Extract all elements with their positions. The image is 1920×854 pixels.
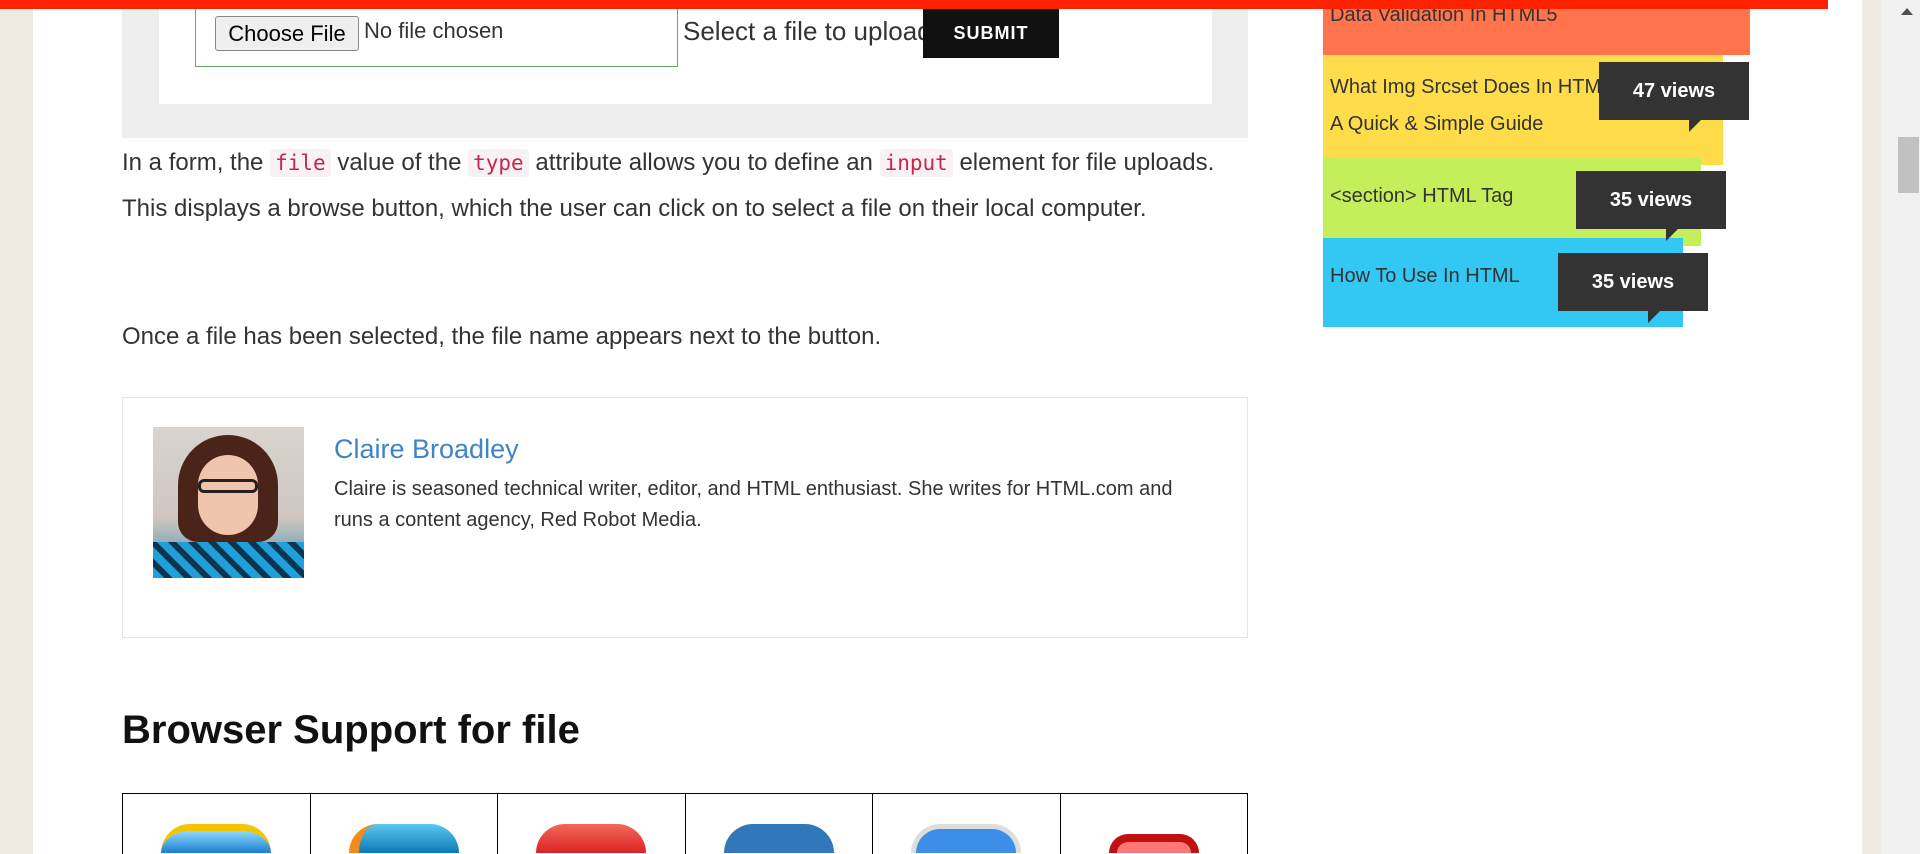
code-type: type bbox=[468, 149, 529, 177]
post-title: How To Use In HTML bbox=[1330, 265, 1520, 287]
views-badge: 35 views bbox=[1558, 253, 1708, 323]
opera-icon bbox=[1108, 834, 1199, 853]
scrollbar[interactable] bbox=[1881, 0, 1920, 854]
scroll-up-arrow-icon[interactable] bbox=[1901, 8, 1913, 15]
author-bio: Claire is seasoned technical writer, edi… bbox=[334, 478, 1173, 531]
text: value of the bbox=[330, 149, 469, 176]
chrome-icon bbox=[536, 824, 647, 853]
text: attribute allows you to define an bbox=[528, 149, 880, 176]
code-input: input bbox=[879, 149, 953, 177]
post-title-line2: A Quick & Simple Guide bbox=[1330, 113, 1544, 135]
firefox-icon bbox=[348, 824, 459, 853]
views-badge: 35 views bbox=[1576, 171, 1726, 241]
choose-file-button[interactable]: Choose File bbox=[215, 16, 359, 51]
browser-support-heading: Browser Support for file bbox=[122, 708, 580, 752]
file-status: No file chosen bbox=[364, 18, 504, 43]
upload-label: Select a file to upload bbox=[683, 16, 932, 46]
post-title: <section> HTML Tag bbox=[1330, 185, 1514, 207]
author-avatar bbox=[153, 427, 304, 578]
internet-explorer-icon bbox=[161, 824, 272, 853]
code-file: file bbox=[270, 149, 331, 177]
author-box: Claire Broadley Claire is seasoned techn… bbox=[122, 397, 1248, 638]
author-name-link[interactable]: Claire Broadley bbox=[334, 434, 519, 465]
post-title-line1: What Img Srcset Does In HTML5: bbox=[1330, 76, 1629, 98]
paragraph-file-name: Once a file has been selected, the file … bbox=[122, 323, 882, 350]
safari-icon bbox=[911, 824, 1022, 853]
text: In a form, the bbox=[122, 149, 271, 176]
browser-support-table bbox=[122, 793, 1248, 854]
submit-button[interactable]: SUBMIT bbox=[923, 9, 1059, 58]
paragraph-file-input: In a form, the file value of the type at… bbox=[122, 140, 1252, 232]
scrollbar-thumb[interactable] bbox=[1898, 137, 1919, 193]
views-badge: 47 views bbox=[1599, 62, 1749, 132]
edge-icon bbox=[723, 824, 834, 853]
reading-progress-bar bbox=[0, 0, 1828, 9]
